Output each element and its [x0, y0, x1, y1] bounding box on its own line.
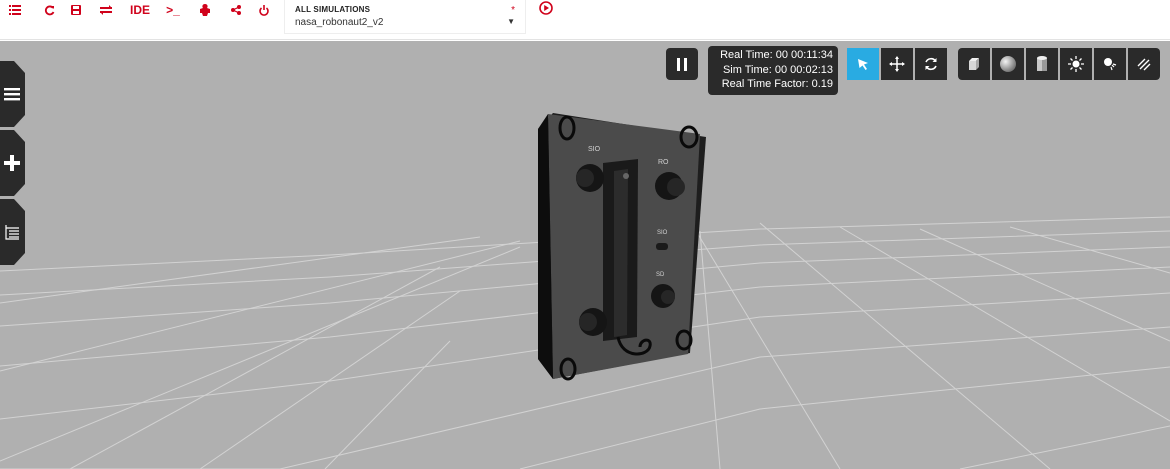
tree-icon [3, 223, 21, 241]
insert-tab[interactable] [0, 130, 25, 196]
select-icon [858, 59, 868, 70]
time-stats-panel: Real Time: 00 00:11:34 Sim Time: 00 00:0… [708, 46, 838, 95]
real-time-readout: Real Time: 00 00:11:34 [720, 49, 833, 61]
insert-sphere-button[interactable] [992, 48, 1024, 80]
simulation-select-value: nasa_robonaut2_v2 [295, 17, 384, 28]
save-icon[interactable] [70, 2, 82, 18]
simulation-viewport[interactable]: SIO RO SIO SD Real Time: 00 00:11:34 Sim… [0, 41, 1170, 469]
select-mode-button[interactable] [847, 48, 879, 80]
tree-tab[interactable] [0, 199, 25, 265]
simulation-select[interactable]: ALL SIMULATIONS * nasa_robonaut2_v2 ▼ [284, 0, 526, 34]
box-icon [969, 58, 979, 70]
translate-mode-button[interactable] [881, 48, 913, 80]
panel-label-low: SD [656, 272, 665, 278]
terminal-button[interactable]: >_ [165, 2, 181, 18]
chevron-down-icon: ▼ [507, 17, 515, 26]
simulation-select-label: ALL SIMULATIONS [295, 5, 371, 14]
pause-icon-bar [677, 57, 680, 71]
swap-icon[interactable] [99, 2, 113, 18]
spot-light-icon [1104, 58, 1117, 71]
point-light-button[interactable] [1060, 48, 1092, 80]
pause-button[interactable] [666, 48, 698, 80]
directional-light-button[interactable] [1128, 48, 1160, 80]
share-icon[interactable] [230, 2, 242, 18]
sphere-icon [1000, 56, 1016, 72]
point-light-icon [1068, 56, 1084, 72]
cylinder-icon [1037, 56, 1047, 71]
list-icon[interactable] [9, 2, 21, 18]
pause-icon-bar [684, 57, 687, 71]
rotate-mode-button[interactable] [915, 48, 947, 80]
power-icon[interactable] [258, 2, 270, 18]
spot-light-button[interactable] [1094, 48, 1126, 80]
insert-cylinder-button[interactable] [1026, 48, 1058, 80]
required-mark: * [511, 5, 515, 16]
directional-light-icon [1137, 58, 1151, 71]
insert-icon [3, 154, 21, 172]
robot-icon[interactable] [198, 2, 212, 18]
refresh-icon[interactable] [43, 2, 55, 18]
rotate-icon [925, 57, 937, 71]
panel-label-tr: RO [658, 159, 669, 166]
ide-button[interactable]: IDE [129, 2, 151, 18]
panel-label-tl: SIO [588, 146, 601, 153]
menu-tab[interactable] [0, 61, 25, 127]
translate-icon [889, 56, 905, 72]
sim-time-readout: Sim Time: 00 00:02:13 [722, 63, 833, 76]
scene-canvas: SIO RO SIO SD [0, 113, 1170, 469]
top-toolbar: IDE >_ ALL SIMULATIONS * nasa_robonaut2_… [0, 0, 1170, 40]
real-time-factor-readout: Real Time Factor: 0.19 [721, 78, 833, 90]
play-circle-icon[interactable] [539, 1, 553, 15]
menu-icon [3, 85, 21, 103]
panel-label-mid: SIO [657, 230, 668, 236]
insert-box-button[interactable] [958, 48, 990, 80]
